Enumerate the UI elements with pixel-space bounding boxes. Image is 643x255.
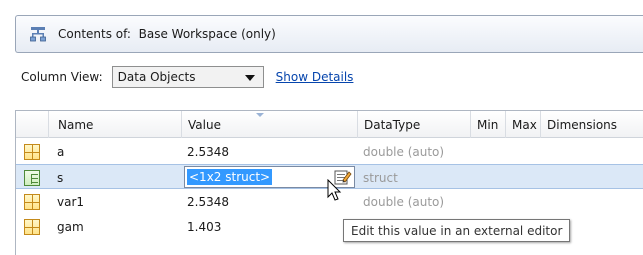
table-row[interactable]: a 2.5348 double (auto) — [16, 139, 643, 164]
matrix-icon — [24, 193, 40, 210]
column-view-row: Column View: Data Objects Show Details — [21, 66, 353, 88]
column-view-label: Column View: — [21, 70, 103, 84]
show-details-link[interactable]: Show Details — [276, 70, 354, 84]
variable-value[interactable]: 2.5348 — [187, 139, 229, 164]
variable-name: var1 — [57, 194, 85, 209]
variable-datatype[interactable]: double (auto) — [363, 189, 444, 214]
variable-name: s — [57, 170, 64, 185]
struct-icon — [24, 169, 40, 186]
sort-indicator-icon — [256, 113, 264, 117]
workspace-name: Base Workspace (only) — [138, 27, 276, 41]
contents-bar: Contents of: Base Workspace (only) — [15, 15, 643, 53]
workspace-icon — [30, 26, 46, 42]
column-header-datatype[interactable]: DataType — [357, 111, 470, 138]
column-header-min[interactable]: Min — [470, 111, 505, 138]
contents-title: Contents of: Base Workspace (only) — [58, 27, 276, 41]
variable-value[interactable]: 1.403 — [187, 214, 221, 239]
contents-label: Contents of: — [58, 27, 131, 41]
tooltip: Edit this value in an external editor — [343, 219, 571, 242]
table-header: Name Value DataType Min Max Dimensions — [16, 111, 643, 138]
variable-name: a — [57, 144, 65, 159]
column-view-dropdown[interactable]: Data Objects — [111, 66, 264, 88]
column-header-name[interactable]: Name — [48, 111, 181, 138]
chevron-down-icon — [244, 75, 255, 81]
variable-datatype[interactable]: double (auto) — [363, 139, 444, 164]
value-edit-text[interactable]: <1x2 struct> — [187, 169, 273, 185]
column-header-max[interactable]: Max — [505, 111, 540, 138]
matrix-icon — [24, 143, 40, 160]
variable-value[interactable]: 2.5348 — [187, 189, 229, 214]
matrix-icon — [24, 218, 40, 235]
variable-name: gam — [57, 219, 84, 234]
column-header-value[interactable]: Value — [181, 111, 357, 138]
variable-datatype[interactable]: struct — [363, 165, 398, 190]
mouse-pointer-icon — [327, 178, 343, 203]
column-header-icon — [16, 111, 48, 138]
column-header-dimensions[interactable]: Dimensions — [540, 111, 643, 138]
column-view-value: Data Objects — [117, 70, 196, 84]
